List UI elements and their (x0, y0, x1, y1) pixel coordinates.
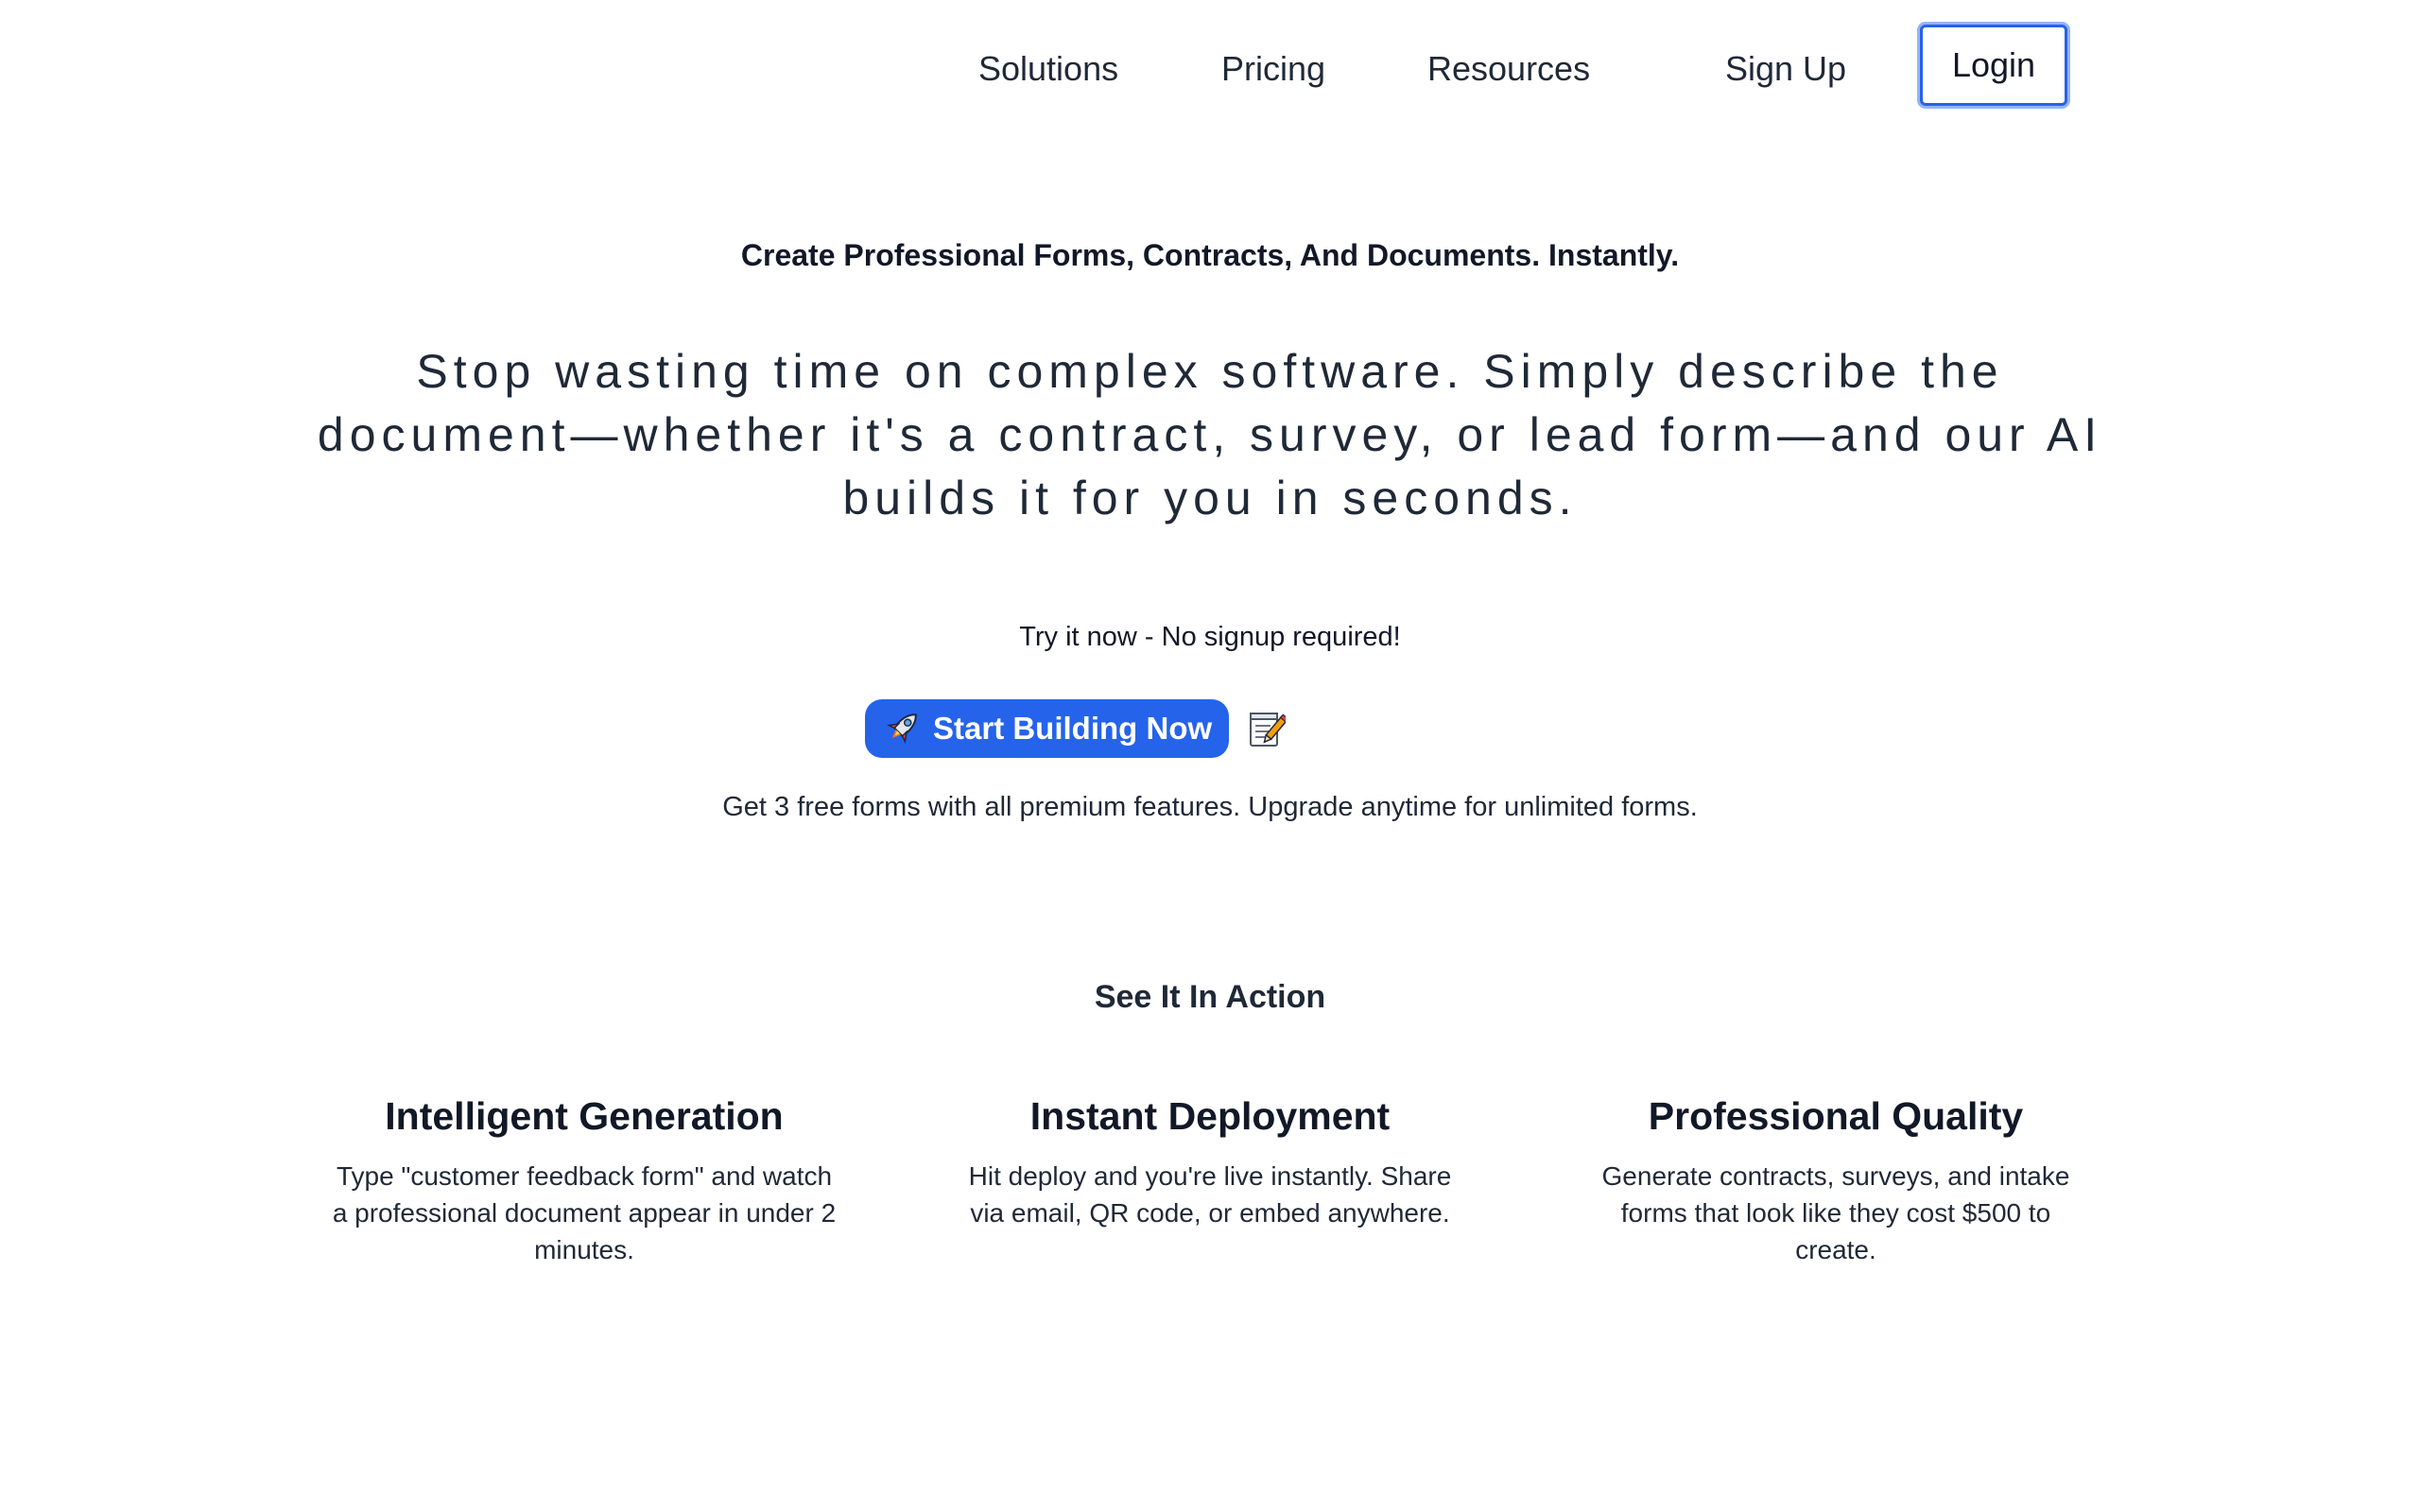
start-building-button[interactable]: Start Building Now (865, 699, 1229, 758)
feature-title: Instant Deployment (1029, 1094, 1391, 1138)
feature-title: Professional Quality (1648, 1094, 2024, 1138)
nav-link-solutions[interactable]: Solutions (978, 25, 1118, 113)
nav-link-pricing[interactable]: Pricing (1221, 25, 1325, 113)
sign-up-link[interactable]: Sign Up (1725, 25, 1846, 113)
feature-card: Instant Deployment Hit deploy and you're… (945, 1094, 1475, 1231)
hero-subtitle: Stop wasting time on complex software. S… (317, 345, 2103, 524)
feature-description: Type "customer feedback form" and watch … (332, 1161, 837, 1264)
try-now-text: Try it now - No signup required! (1019, 622, 1401, 652)
nav-link-resources[interactable]: Resources (1427, 25, 1590, 113)
top-nav: Solutions Pricing Resources Sign Up Logi… (0, 25, 2420, 113)
login-button[interactable]: Login (1920, 25, 2067, 106)
free-forms-text: Get 3 free forms with all premium featur… (722, 792, 1698, 822)
memo-icon (1250, 713, 1286, 747)
see-it-in-action-heading: See It In Action (1094, 979, 1326, 1015)
feature-title: Intelligent Generation (385, 1094, 784, 1138)
feature-description: Hit deploy and you're live instantly. Sh… (968, 1161, 1452, 1228)
start-building-label: Start Building Now (933, 711, 1213, 746)
feature-card: Intelligent Generation Type "customer fe… (320, 1094, 849, 1268)
feature-description: Generate contracts, surveys, and intake … (1601, 1161, 2070, 1264)
rocket-icon (886, 713, 917, 745)
feature-card: Professional Quality Generate contracts,… (1571, 1094, 2100, 1268)
hero-title: Create Professional Forms, Contracts, An… (740, 238, 1680, 272)
